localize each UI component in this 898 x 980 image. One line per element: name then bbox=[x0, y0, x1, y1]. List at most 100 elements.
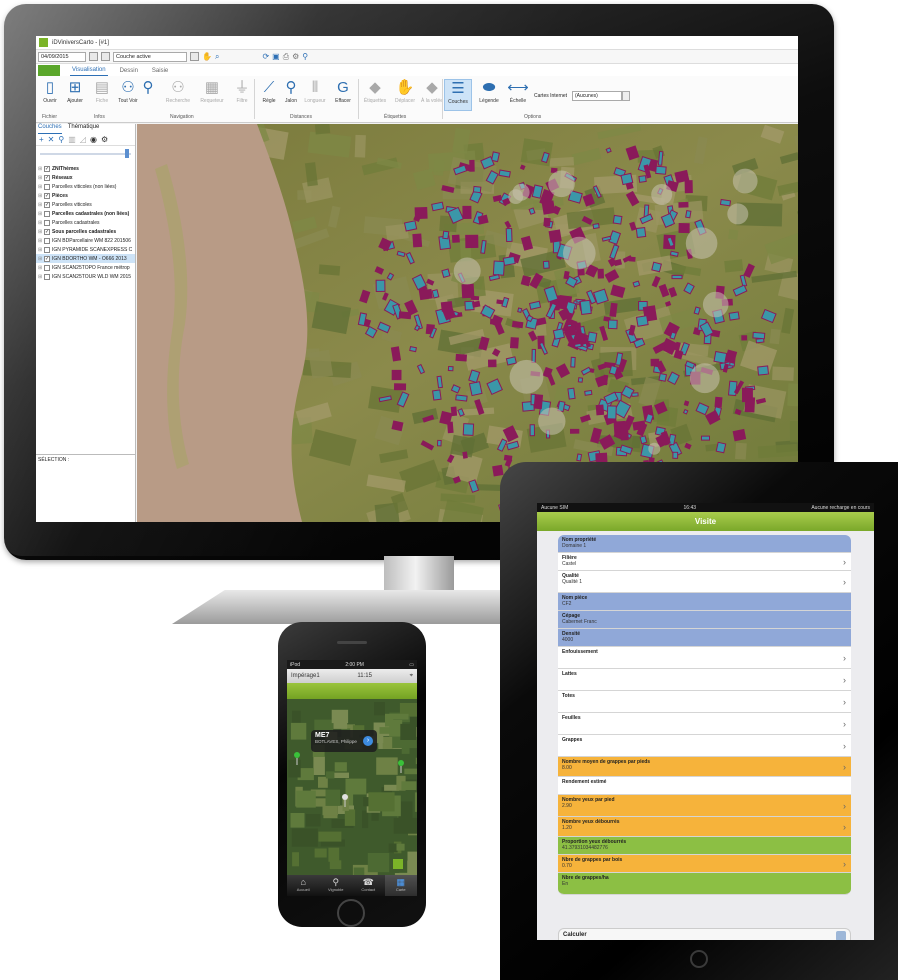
vineyard-parcel[interactable] bbox=[741, 387, 753, 403]
layer-item[interactable]: ⊞ ✓ Parcelles viticoles bbox=[36, 200, 135, 209]
vineyard-parcel[interactable] bbox=[492, 464, 504, 477]
form-row[interactable]: Nbre de grappes par bois 0.70 › bbox=[558, 855, 851, 873]
vineyard-parcel[interactable] bbox=[431, 289, 440, 299]
vineyard-parcel[interactable] bbox=[579, 299, 592, 315]
vineyard-parcel[interactable] bbox=[465, 234, 479, 249]
calculate-row[interactable]: Calculer bbox=[558, 928, 851, 940]
vineyard-parcel[interactable] bbox=[498, 169, 511, 178]
vineyard-parcel[interactable] bbox=[548, 229, 562, 243]
layer-item[interactable]: ⊞ ✓ Réseaux bbox=[36, 173, 135, 182]
vineyard-parcel[interactable] bbox=[635, 226, 647, 238]
vineyard-parcel[interactable] bbox=[543, 217, 551, 227]
layer-checkbox[interactable]: ✓ bbox=[44, 201, 50, 208]
layer-combo-dropdown[interactable] bbox=[190, 52, 199, 61]
vineyard-parcel[interactable] bbox=[471, 300, 481, 308]
vineyard-parcel[interactable] bbox=[468, 381, 483, 397]
vineyard-parcel[interactable] bbox=[664, 300, 672, 307]
legend-button[interactable]: ⬬ Légende bbox=[475, 79, 503, 111]
phone-tab-accueil[interactable]: ⌂ Accueil bbox=[287, 875, 320, 896]
vineyard-parcel[interactable] bbox=[570, 356, 576, 368]
vineyard-parcel[interactable] bbox=[492, 194, 503, 202]
erase-button[interactable]: G Effacer bbox=[330, 79, 356, 111]
vineyard-parcel[interactable] bbox=[390, 346, 402, 362]
layer-checkbox[interactable]: ✓ bbox=[44, 255, 50, 262]
layer-item[interactable]: ⊞ Parcelles cadastrales (non liées) bbox=[36, 209, 135, 218]
vineyard-parcel[interactable] bbox=[412, 233, 423, 248]
phone-nav-left[interactable]: Impérage1 bbox=[291, 673, 320, 679]
vineyard-parcel[interactable] bbox=[567, 387, 576, 400]
vineyard-parcel[interactable] bbox=[569, 428, 580, 434]
vineyard-parcel[interactable] bbox=[529, 424, 535, 437]
view-all-button[interactable]: ⚇ Tout Voir bbox=[116, 79, 140, 111]
layer-item[interactable]: ⊞ Parcelles cadastrales bbox=[36, 218, 135, 227]
chevron-right-icon[interactable]: › bbox=[843, 675, 846, 685]
chevron-right-icon[interactable]: › bbox=[843, 697, 846, 707]
pan-hand-icon[interactable]: ✋ bbox=[202, 52, 212, 62]
form-row[interactable]: Feuilles › bbox=[558, 713, 851, 735]
layer-settings-icon[interactable]: ⚙ bbox=[101, 135, 108, 144]
vineyard-parcel[interactable] bbox=[432, 389, 442, 401]
vineyard-parcel[interactable] bbox=[674, 169, 690, 184]
vineyard-parcel[interactable] bbox=[519, 164, 526, 171]
vineyard-parcel[interactable] bbox=[455, 394, 468, 402]
vineyard-parcel[interactable] bbox=[403, 220, 418, 232]
search-button[interactable]: ⚇ Recherche bbox=[162, 79, 194, 111]
vineyard-parcel[interactable] bbox=[517, 307, 523, 313]
remove-layer-icon[interactable]: ✕ bbox=[48, 135, 55, 144]
layer-checkbox[interactable] bbox=[44, 219, 50, 226]
vineyard-parcel[interactable] bbox=[678, 222, 690, 234]
vineyard-parcel[interactable] bbox=[576, 453, 583, 462]
length-button[interactable]: ⦀ Longueur bbox=[301, 79, 329, 111]
vineyard-parcel[interactable] bbox=[502, 255, 516, 266]
vineyard-parcel[interactable] bbox=[651, 261, 662, 273]
vineyard-parcel[interactable] bbox=[669, 250, 679, 257]
vineyard-parcel[interactable] bbox=[713, 350, 728, 364]
form-row[interactable]: Totes › bbox=[558, 691, 851, 713]
layer-checkbox[interactable]: ✓ bbox=[44, 165, 50, 172]
vineyard-parcel[interactable] bbox=[595, 452, 608, 463]
vineyard-parcel[interactable] bbox=[732, 428, 747, 442]
settings-icon[interactable]: ⚙ bbox=[292, 52, 299, 62]
print-icon[interactable]: ⎙ bbox=[283, 52, 289, 62]
map-callout[interactable]: ME7 BOTLAVES, Philippe › bbox=[311, 730, 377, 752]
vineyard-parcel[interactable] bbox=[700, 435, 711, 441]
phone-home-button[interactable] bbox=[337, 899, 365, 927]
vineyard-parcel[interactable] bbox=[714, 396, 723, 408]
vineyard-parcel[interactable] bbox=[451, 234, 460, 243]
vineyard-parcel[interactable] bbox=[685, 210, 692, 219]
vineyard-parcel[interactable] bbox=[505, 356, 517, 366]
vineyard-parcel[interactable] bbox=[477, 214, 489, 225]
vineyard-parcel[interactable] bbox=[391, 369, 402, 381]
chevron-right-icon[interactable]: › bbox=[843, 859, 846, 869]
vineyard-parcel[interactable] bbox=[741, 335, 748, 341]
vineyard-parcel[interactable] bbox=[461, 283, 475, 299]
calculate-button[interactable] bbox=[836, 931, 846, 940]
vineyard-parcel[interactable] bbox=[439, 410, 453, 426]
chevron-right-icon[interactable]: › bbox=[843, 653, 846, 663]
sheet-button[interactable]: ▤ Fiche bbox=[90, 79, 114, 111]
zoom-icon[interactable]: ⌕ bbox=[215, 52, 219, 62]
location-pin-icon[interactable]: ⚲ bbox=[302, 52, 308, 62]
form-row[interactable]: Nombre yeux par pied 2.90 › bbox=[558, 795, 851, 817]
phone-map[interactable] bbox=[287, 699, 417, 875]
tab-dessin[interactable]: Dessin bbox=[118, 68, 140, 76]
date-dropdown-button[interactable] bbox=[89, 52, 98, 61]
vineyard-parcel[interactable] bbox=[682, 408, 689, 415]
vineyard-parcel[interactable] bbox=[492, 260, 505, 276]
vineyard-parcel[interactable] bbox=[542, 260, 550, 269]
vineyard-parcel[interactable] bbox=[684, 180, 693, 194]
layer-item[interactable]: ⊞ ✓ Pièces bbox=[36, 191, 135, 200]
vineyard-parcel[interactable] bbox=[469, 159, 475, 172]
filter-button[interactable]: ⏚ Filtre bbox=[230, 79, 254, 111]
vineyard-parcel[interactable] bbox=[505, 227, 513, 243]
chevron-right-icon[interactable]: › bbox=[843, 801, 846, 811]
vineyard-parcel[interactable] bbox=[587, 331, 598, 344]
form-row[interactable]: Filière Castel › bbox=[558, 553, 851, 571]
vineyard-parcel[interactable] bbox=[592, 223, 600, 230]
vineyard-parcel[interactable] bbox=[393, 383, 407, 391]
vineyard-parcel[interactable] bbox=[418, 288, 433, 301]
vineyard-parcel[interactable] bbox=[409, 346, 417, 353]
tab-visualisation[interactable]: Visualisation bbox=[70, 67, 108, 76]
vineyard-parcel[interactable] bbox=[655, 165, 667, 175]
vineyard-parcel[interactable] bbox=[574, 342, 582, 348]
